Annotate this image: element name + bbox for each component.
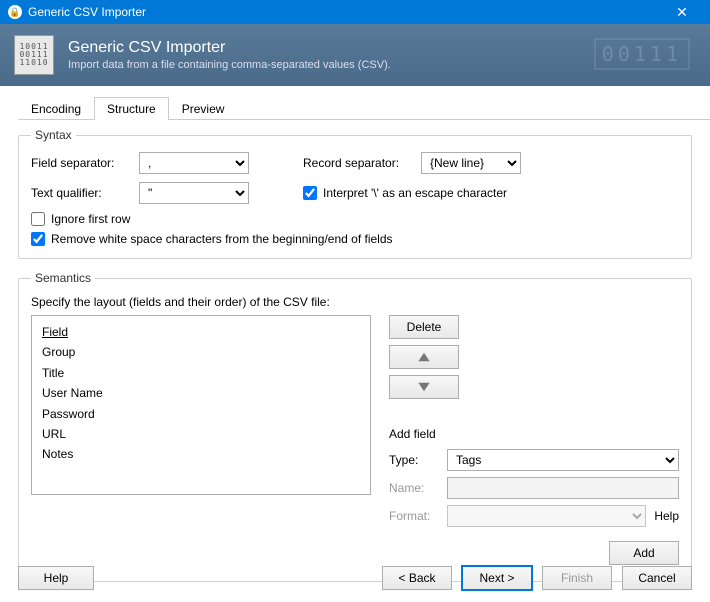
field-separator-select[interactable]: , xyxy=(139,152,249,174)
field-list-header: Field xyxy=(42,322,360,342)
ignore-first-row-checkbox[interactable] xyxy=(31,212,45,226)
escape-checkbox[interactable] xyxy=(303,186,317,200)
next-button[interactable]: Next > xyxy=(462,566,532,590)
type-select[interactable]: Tags xyxy=(447,449,679,471)
help-link[interactable]: Help xyxy=(654,509,679,523)
header-ghost-icon: 00111 xyxy=(594,38,690,70)
record-separator-select[interactable]: {New line} xyxy=(421,152,521,174)
move-down-button[interactable] xyxy=(389,375,459,399)
ignore-first-row-label: Ignore first row xyxy=(51,212,130,226)
list-item[interactable]: Group xyxy=(42,342,360,362)
semantics-legend: Semantics xyxy=(31,271,95,285)
list-item[interactable]: Title xyxy=(42,363,360,383)
trim-whitespace-checkbox[interactable] xyxy=(31,232,45,246)
finish-button: Finish xyxy=(542,566,612,590)
tab-structure[interactable]: Structure xyxy=(94,97,169,120)
syntax-legend: Syntax xyxy=(31,128,76,142)
add-button[interactable]: Add xyxy=(609,541,679,565)
format-label: Format: xyxy=(389,509,439,523)
move-up-button[interactable] xyxy=(389,345,459,369)
list-item[interactable]: URL xyxy=(42,424,360,444)
header-subtitle: Import data from a file containing comma… xyxy=(68,59,391,71)
name-label: Name: xyxy=(389,481,439,495)
tab-strip: Encoding Structure Preview xyxy=(18,96,710,120)
list-item[interactable]: Notes xyxy=(42,444,360,464)
add-field-heading: Add field xyxy=(389,427,679,441)
syntax-group: Syntax Field separator: , Record separat… xyxy=(18,128,692,259)
header-banner: 100110011111010 Generic CSV Importer Imp… xyxy=(0,24,710,86)
help-button[interactable]: Help xyxy=(18,566,94,590)
app-icon: 🔒 xyxy=(8,5,22,19)
header-title: Generic CSV Importer xyxy=(68,39,391,57)
list-item[interactable]: User Name xyxy=(42,383,360,403)
field-list[interactable]: Field Group Title User Name Password URL… xyxy=(31,315,371,495)
title-bar: 🔒 Generic CSV Importer ✕ xyxy=(0,0,710,24)
semantics-group: Semantics Specify the layout (fields and… xyxy=(18,271,692,582)
format-select xyxy=(447,505,646,527)
type-label: Type: xyxy=(389,453,439,467)
escape-label: Interpret '\' as an escape character xyxy=(323,186,507,200)
name-input xyxy=(447,477,679,499)
csv-icon: 100110011111010 xyxy=(14,35,54,75)
semantics-instruction: Specify the layout (fields and their ord… xyxy=(31,295,679,309)
trim-whitespace-label: Remove white space characters from the b… xyxy=(51,232,393,246)
text-qualifier-select[interactable]: " xyxy=(139,182,249,204)
delete-button[interactable]: Delete xyxy=(389,315,459,339)
tab-preview[interactable]: Preview xyxy=(169,97,238,120)
text-qualifier-label: Text qualifier: xyxy=(31,186,131,200)
footer: Help < Back Next > Finish Cancel xyxy=(0,566,710,590)
close-button[interactable]: ✕ xyxy=(662,4,702,21)
list-item[interactable]: Password xyxy=(42,404,360,424)
back-button[interactable]: < Back xyxy=(382,566,452,590)
record-separator-label: Record separator: xyxy=(303,156,413,170)
cancel-button[interactable]: Cancel xyxy=(622,566,692,590)
window-title: Generic CSV Importer xyxy=(28,5,662,19)
field-separator-label: Field separator: xyxy=(31,156,131,170)
tab-encoding[interactable]: Encoding xyxy=(18,97,94,120)
